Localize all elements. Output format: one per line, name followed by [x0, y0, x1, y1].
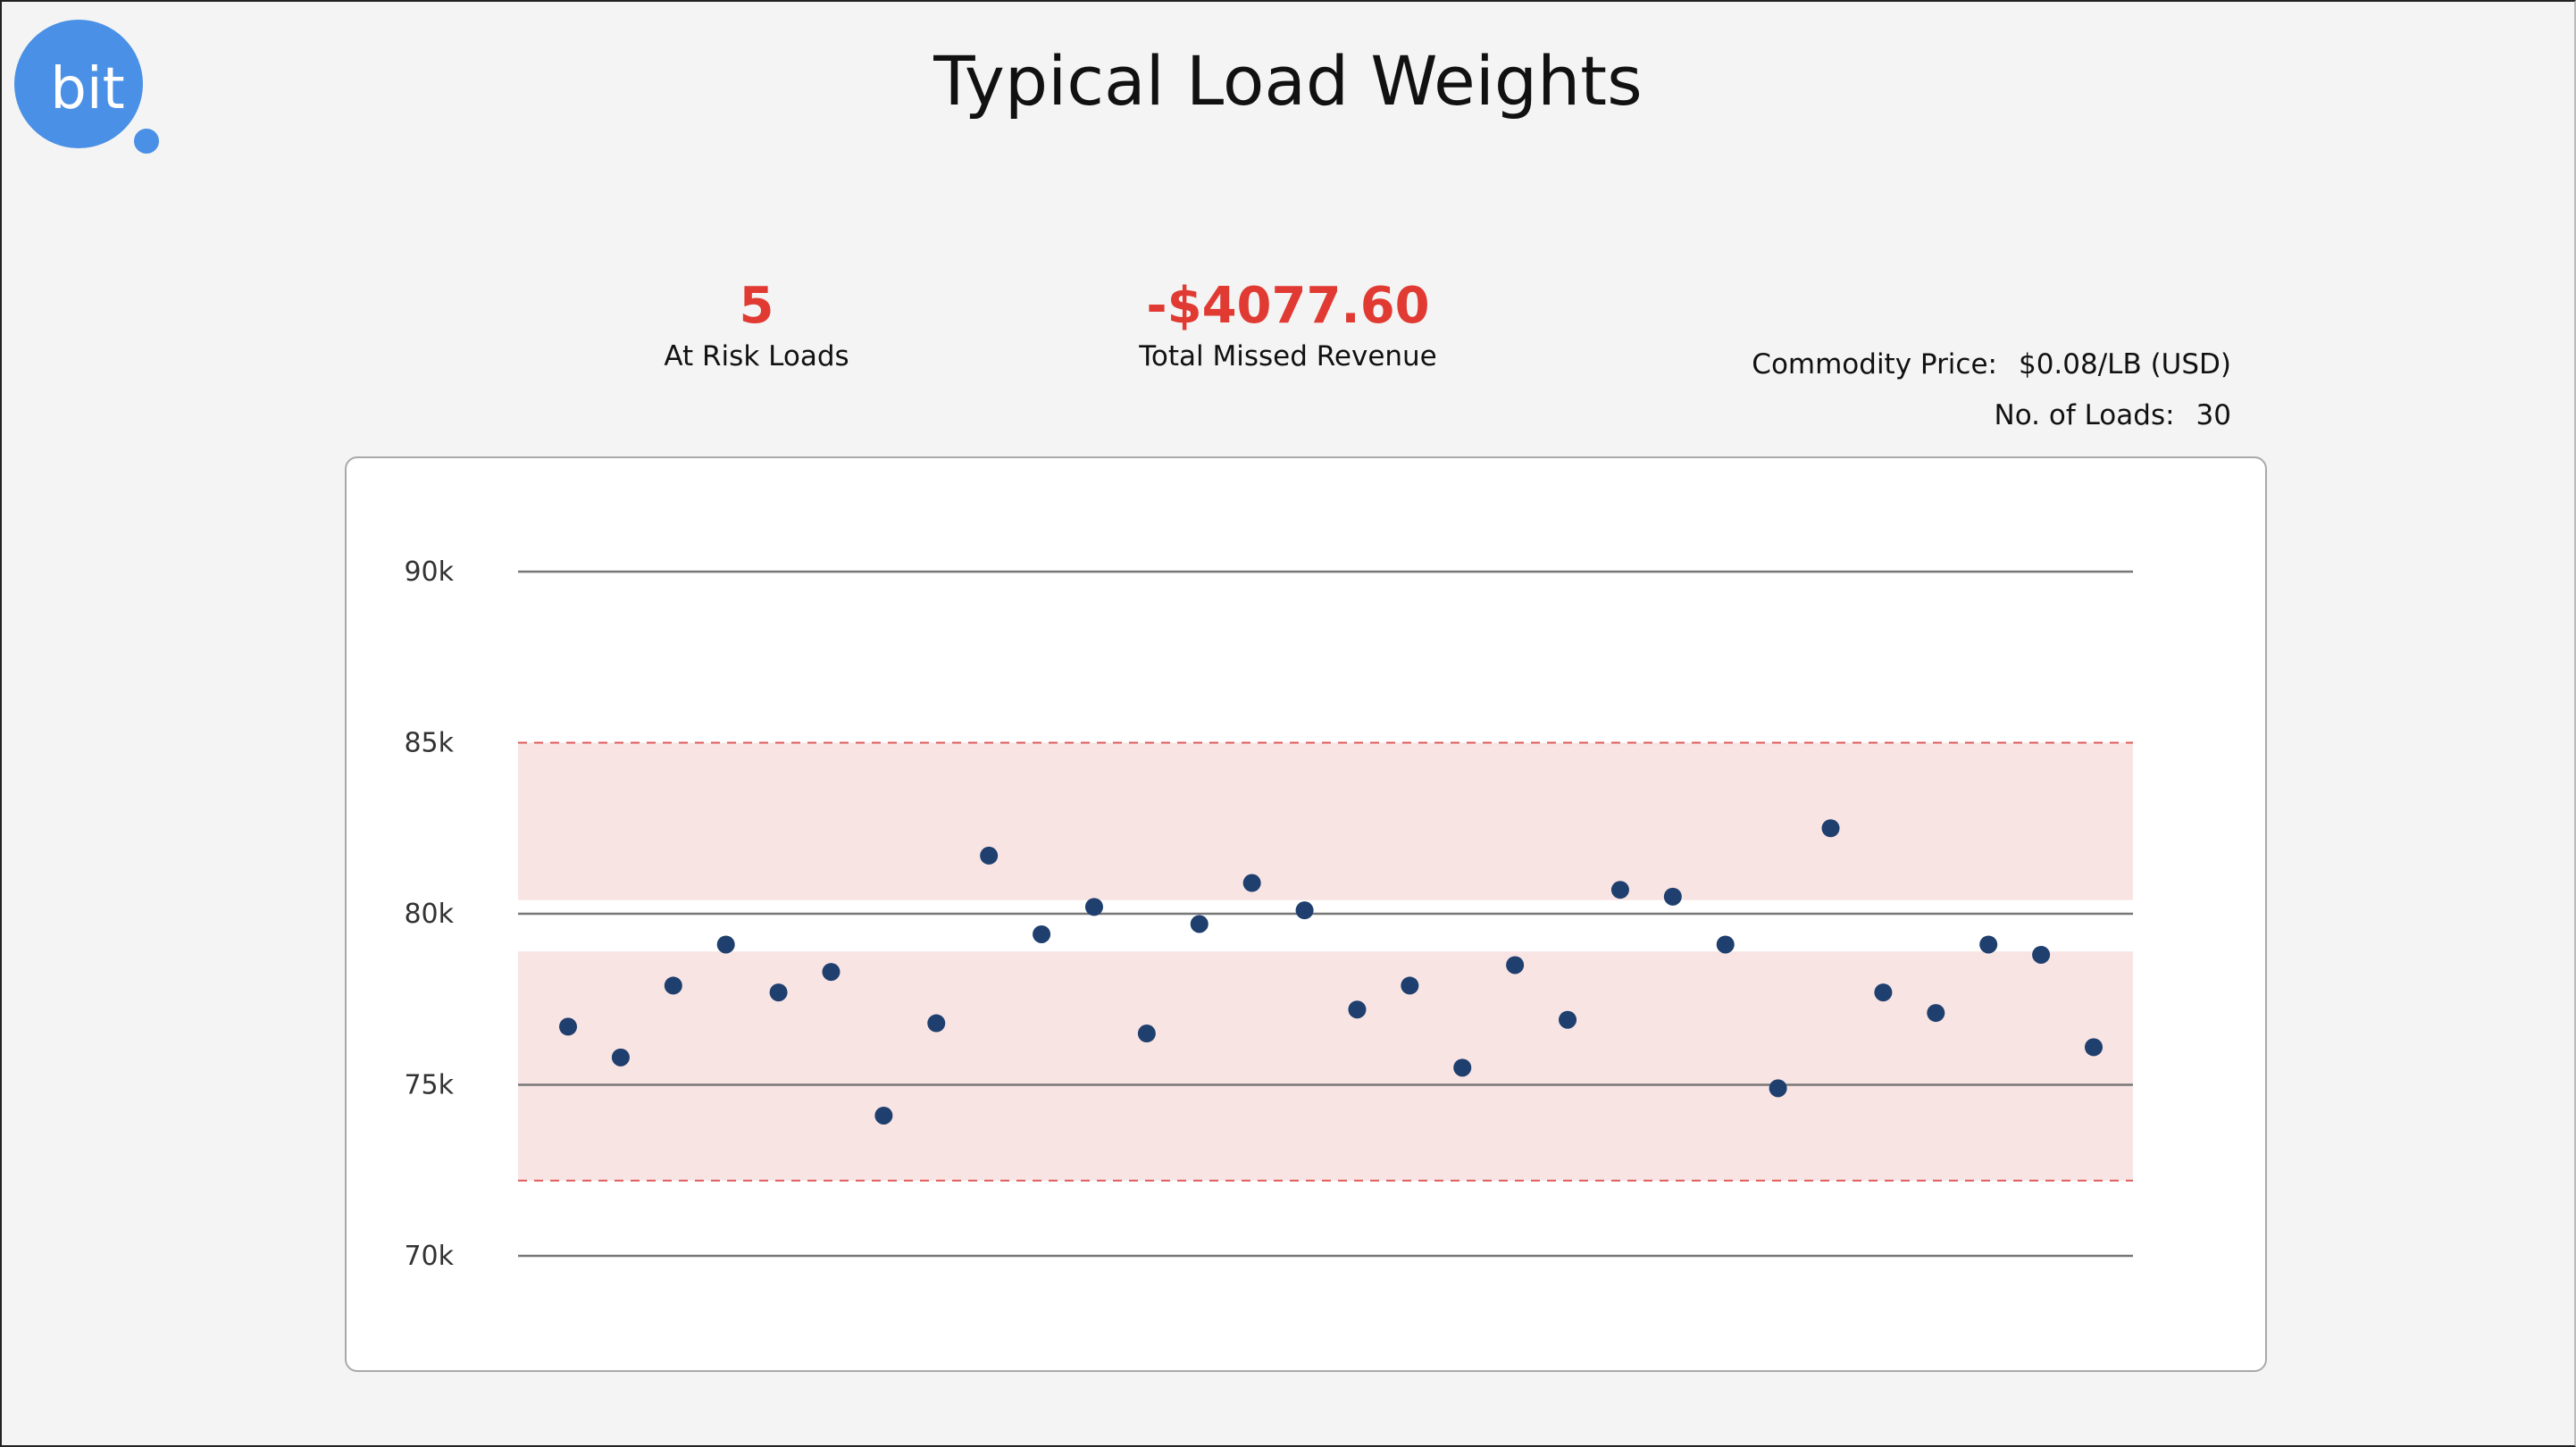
ytick-label: 90k	[404, 556, 454, 588]
load-weights-chart: 70k 75k 80k 85k 90k	[404, 556, 2133, 1272]
commodity-price-row: Commodity Price: $0.08/LB (USD)	[1752, 348, 2231, 381]
commodity-price-label: Commodity Price:	[1752, 348, 1997, 381]
data-point	[1453, 1058, 1472, 1077]
data-point	[822, 963, 841, 982]
commodity-price-value: $0.08/LB (USD)	[2018, 348, 2231, 381]
data-point	[874, 1106, 893, 1125]
data-point	[2085, 1038, 2103, 1057]
logo-dot	[130, 125, 163, 157]
data-point	[1610, 881, 1629, 899]
ytick-label: 85k	[404, 728, 454, 759]
data-point	[927, 1014, 946, 1033]
data-point	[1506, 956, 1525, 974]
data-point	[1137, 1025, 1156, 1043]
at-risk-loads-label: At Risk Loads	[664, 340, 849, 372]
data-point	[1716, 935, 1735, 954]
missed-revenue-value: -$4077.60	[1146, 277, 1430, 335]
data-point	[1559, 1010, 1577, 1029]
data-point	[769, 983, 788, 1002]
data-point	[1401, 976, 1419, 995]
page-title: Typical Load Weights	[933, 41, 1643, 121]
loads-count-value: 30	[2195, 399, 2231, 431]
data-point	[1663, 887, 1682, 906]
ytick-label: 80k	[404, 899, 454, 930]
data-point	[1190, 915, 1209, 933]
data-point	[1821, 819, 1840, 838]
lower-risk-band	[518, 951, 2133, 1181]
data-point	[1348, 1000, 1367, 1019]
data-point	[980, 846, 999, 865]
data-point	[611, 1048, 630, 1066]
missed-revenue-kpi: -$4077.60 Total Missed Revenue	[1109, 277, 1467, 372]
data-point	[716, 935, 735, 954]
at-risk-loads-kpi: 5 At Risk Loads	[578, 277, 935, 372]
data-point	[1084, 898, 1103, 916]
data-point	[1874, 983, 1893, 1002]
data-point	[1927, 1004, 1945, 1023]
data-point	[1033, 924, 1051, 943]
loads-count-row: No. of Loads: 30	[1995, 399, 2231, 431]
data-point	[664, 976, 682, 995]
data-point	[1295, 901, 1314, 920]
upper-risk-band	[518, 742, 2133, 900]
loads-count-label: No. of Loads:	[1994, 399, 2175, 431]
chart-panel: 70k 75k 80k 85k 90k	[345, 456, 2267, 1372]
data-point	[2032, 945, 2051, 964]
data-point	[1769, 1079, 1787, 1098]
at-risk-loads-value: 5	[739, 277, 774, 335]
missed-revenue-label: Total Missed Revenue	[1139, 340, 1437, 372]
data-point	[1979, 935, 1998, 954]
ytick-label: 70k	[404, 1241, 454, 1272]
data-point	[559, 1017, 577, 1036]
ytick-label: 75k	[404, 1070, 454, 1101]
data-point	[1242, 874, 1261, 892]
